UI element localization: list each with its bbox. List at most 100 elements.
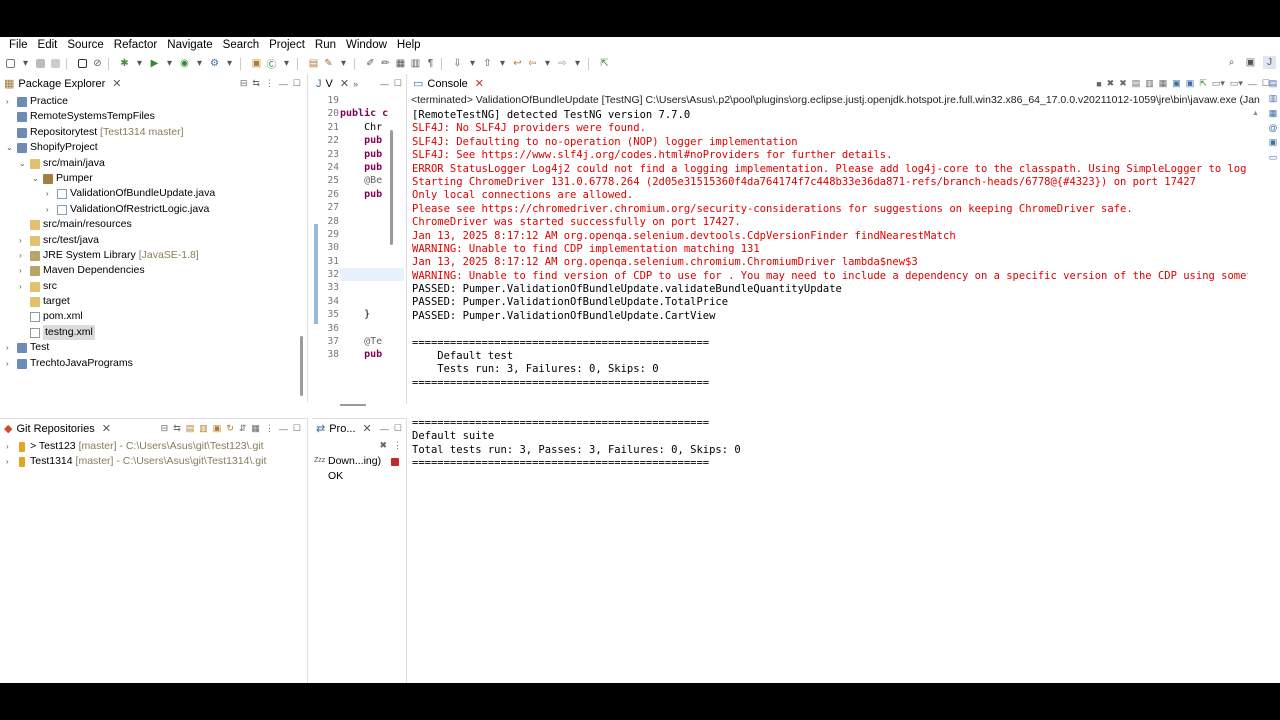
collapse-icon[interactable]: ⌄	[6, 140, 15, 155]
tree-item[interactable]: › src/test/java	[0, 233, 305, 248]
menu-search[interactable]: Search	[218, 37, 264, 54]
show-hierarchy-icon[interactable]: ▦	[251, 423, 260, 434]
minimize-icon[interactable]: —	[1248, 79, 1257, 89]
tree-item[interactable]: Repositorytest [Test1314 master]	[0, 125, 305, 140]
dropdown-icon[interactable]: ▾	[337, 57, 350, 70]
expand-icon[interactable]: ›	[46, 202, 55, 217]
word-wrap-icon[interactable]: ▦	[1159, 78, 1168, 89]
minimize-icon[interactable]: —	[279, 79, 288, 89]
tab-package-explorer[interactable]: ▦ Package Explorer ✕	[0, 74, 126, 93]
more-tabs-icon[interactable]: »	[353, 79, 358, 89]
tree-item[interactable]: pom.xml	[0, 309, 305, 324]
next-annotation-icon[interactable]: ⇩	[451, 57, 464, 70]
console-side-icon[interactable]: ▭	[1269, 152, 1278, 163]
dropdown-icon[interactable]: ▾	[163, 57, 176, 70]
dropdown-icon[interactable]: ▾	[496, 57, 509, 70]
scroll-lock-icon[interactable]: ▥	[1145, 78, 1154, 89]
menu-window[interactable]: Window	[341, 37, 392, 54]
scrollbar-thumb[interactable]	[390, 130, 393, 245]
vertical-scrollbar[interactable]: ▲ ▼	[1252, 110, 1260, 683]
save-all-icon[interactable]	[49, 57, 62, 70]
view-menu-icon[interactable]: ⋮	[265, 423, 274, 434]
new-icon[interactable]	[4, 57, 17, 70]
tree-item[interactable]: › > Test123 [master] - C:\Users\Asus\git…	[0, 439, 305, 454]
clear-console-icon[interactable]: ▤	[1132, 78, 1141, 89]
new-class-icon[interactable]: Ⓒ	[265, 57, 278, 71]
dropdown-icon[interactable]: ▾	[223, 57, 236, 70]
outline-icon[interactable]: ▤	[1269, 78, 1278, 89]
tree-item[interactable]: › TrechtoJavaPrograms	[0, 356, 305, 371]
debug-icon[interactable]: ✱	[118, 57, 131, 70]
open-type-icon[interactable]: ▤	[307, 57, 320, 70]
last-edit-icon[interactable]: ↩	[511, 57, 524, 70]
tree-item[interactable]: ⌄ ShopifyProject	[0, 140, 305, 155]
refresh-icon[interactable]: ↻	[226, 423, 234, 434]
expand-icon[interactable]: ›	[6, 439, 15, 454]
tree-item[interactable]: › Maven Dependencies	[0, 263, 305, 278]
collapse-icon[interactable]: ⌄	[32, 171, 41, 186]
close-icon[interactable]: ✕	[340, 77, 349, 90]
dropdown-icon[interactable]: ▾	[280, 57, 293, 70]
whitespace-icon[interactable]: ¶	[424, 57, 437, 70]
run-icon[interactable]: ▶	[148, 57, 161, 70]
close-icon[interactable]: ✕	[112, 77, 121, 90]
minimize-icon[interactable]: —	[380, 424, 389, 434]
tree-item[interactable]: › ValidationOfRestrictLogic.java	[0, 202, 305, 217]
horizontal-scrollbar-thumb[interactable]	[340, 404, 366, 406]
dropdown-icon[interactable]: ▾	[193, 57, 206, 70]
expand-icon[interactable]: ›	[19, 279, 28, 294]
menu-edit[interactable]: Edit	[33, 37, 63, 54]
show-on-stdout-icon[interactable]: ▣	[1172, 78, 1181, 89]
tree-item[interactable]: ⌄ src/main/java	[0, 156, 305, 171]
link-with-selection-icon[interactable]: ⇆	[173, 423, 181, 434]
stop-icon[interactable]	[391, 458, 399, 466]
tree-item[interactable]: › Test	[0, 340, 305, 355]
maximize-icon[interactable]: ☐	[293, 423, 301, 434]
open-perspective-icon[interactable]: ▣	[1244, 56, 1257, 69]
block-selection-icon[interactable]: ▦	[394, 57, 407, 70]
back-icon[interactable]: ⇦	[526, 57, 539, 70]
menu-run[interactable]: Run	[310, 37, 341, 54]
dropdown-icon[interactable]: ▾	[133, 57, 146, 70]
tree-item[interactable]: RemoteSystemsTempFiles	[0, 109, 305, 124]
tree-item[interactable]: target	[0, 294, 305, 309]
expand-icon[interactable]: ›	[6, 356, 15, 371]
show-on-stderr-icon[interactable]: ▣	[1186, 78, 1195, 89]
collapse-all-icon[interactable]: ⊟	[161, 423, 169, 434]
minimize-icon[interactable]: —	[380, 79, 389, 89]
close-icon[interactable]: ✕	[363, 422, 372, 435]
remove-all-icon[interactable]: ✖	[379, 440, 387, 451]
tab-editor[interactable]: J V ✕ »	[312, 74, 363, 93]
minimize-icon[interactable]: —	[279, 424, 288, 434]
display-selected-console-icon[interactable]: ▭▾	[1212, 78, 1225, 89]
remove-launch-icon[interactable]: ✖	[1107, 78, 1115, 89]
forward-icon[interactable]: ⇨	[556, 57, 569, 70]
collapse-all-icon[interactable]: ⊟	[240, 78, 248, 89]
external-tools-icon[interactable]: ⚙	[208, 57, 221, 70]
tab-git-repositories[interactable]: ◆ Git Repositories ✕	[0, 419, 115, 438]
prev-annotation-icon[interactable]: ⇧	[481, 57, 494, 70]
add-repository-icon[interactable]: ▤	[186, 423, 195, 434]
annotation-icon[interactable]: ✐	[364, 57, 377, 70]
tab-progress[interactable]: ⇄ Pro... ✕	[312, 419, 376, 438]
tree-item[interactable]: › Practice	[0, 94, 305, 109]
expand-icon[interactable]: ›	[19, 248, 28, 263]
scrollbar-thumb[interactable]	[300, 336, 303, 396]
link-with-editor-icon[interactable]: ⇆	[252, 78, 260, 89]
tab-console[interactable]: ▭ Console ✕	[409, 74, 488, 93]
java-perspective-icon[interactable]: J	[1263, 56, 1276, 69]
dropdown-icon[interactable]: ▾	[466, 57, 479, 70]
maximize-icon[interactable]: ☐	[394, 423, 402, 434]
expand-icon[interactable]: ›	[6, 94, 15, 109]
dropdown-icon[interactable]: ▾	[19, 57, 32, 70]
tree-item[interactable]: testng.xml	[0, 324, 305, 341]
maximize-icon[interactable]: ☐	[394, 78, 402, 89]
pin-console-icon[interactable]: ⇱	[1199, 78, 1207, 89]
coverage-icon[interactable]: ◉	[178, 57, 191, 70]
tree-item[interactable]: › src	[0, 279, 305, 294]
search-icon[interactable]: ⌕	[1225, 56, 1238, 69]
tree-item[interactable]: › JRE System Library [JavaSE-1.8]	[0, 248, 305, 263]
open-console-icon[interactable]: ▭▾	[1230, 78, 1243, 89]
new-java-project-icon[interactable]: ▣	[250, 57, 263, 70]
terminate-icon[interactable]: ■	[1096, 79, 1101, 89]
